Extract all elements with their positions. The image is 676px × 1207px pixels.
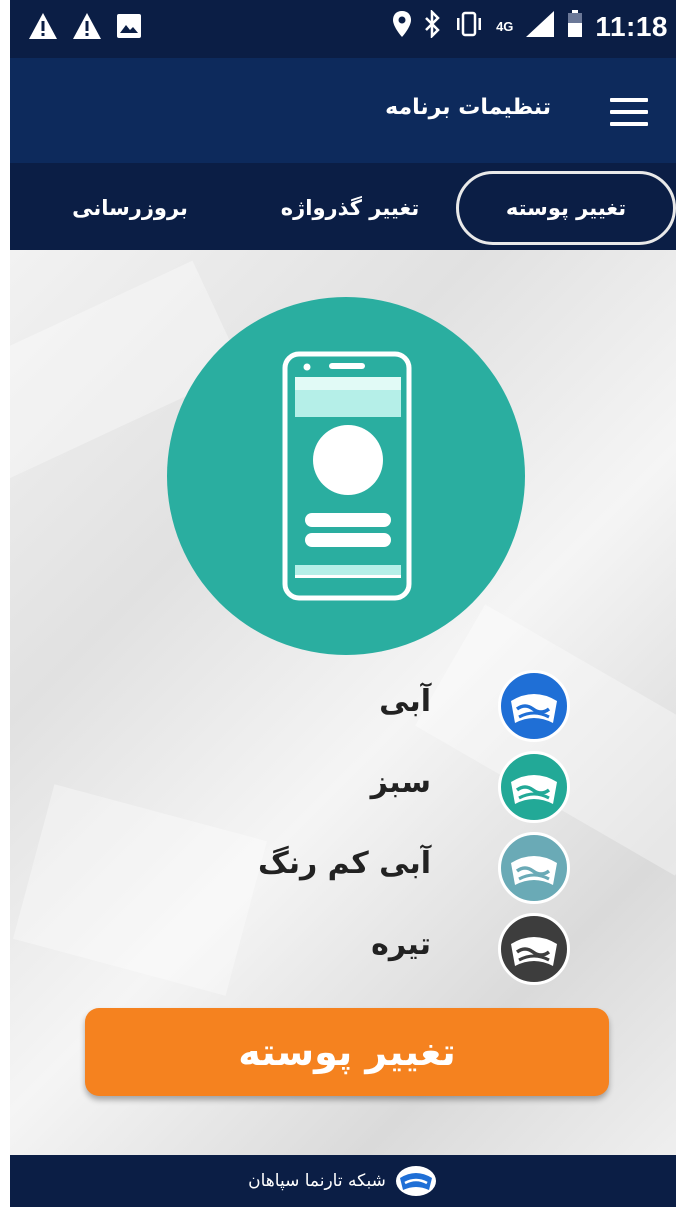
theme-label: سبز <box>370 765 431 800</box>
theme-label: آبی <box>379 684 431 719</box>
apply-skin-button[interactable]: تغییر پوسته <box>85 1008 609 1096</box>
theme-option-light-blue[interactable]: آبی کم رنگ <box>10 832 676 908</box>
theme-option-green[interactable]: سبز <box>10 751 676 827</box>
theme-option-dark[interactable]: تیره <box>10 913 676 989</box>
battery-icon <box>567 10 583 43</box>
app-screen: 4G 11:18 تنظیمات برنامه تغییر پوسته تغیی… <box>10 0 676 1207</box>
tab-update[interactable]: بروزرسانی <box>65 171 195 245</box>
network-type: 4G <box>496 18 514 34</box>
phone-icon <box>282 351 412 601</box>
water-drop-logo-icon[interactable] <box>498 832 570 904</box>
location-icon <box>392 10 412 43</box>
bluetooth-icon <box>424 8 442 43</box>
image-icon <box>116 13 142 43</box>
water-drop-logo-icon[interactable] <box>498 670 570 742</box>
water-drop-logo-icon[interactable] <box>498 751 570 823</box>
app-bar: تنظیمات برنامه <box>10 58 676 163</box>
warning-icon <box>72 12 102 44</box>
theme-option-blue[interactable]: آبی <box>10 670 676 746</box>
status-bar: 4G 11:18 <box>10 0 676 58</box>
hero-circle <box>167 297 525 655</box>
company-logo-icon <box>394 1164 438 1198</box>
vibrate-icon <box>454 11 484 42</box>
clock: 11:18 <box>595 10 668 42</box>
tab-change-skin[interactable]: تغییر پوسته <box>456 171 676 245</box>
footer: شبکه تارنما سپاهان <box>10 1155 676 1207</box>
theme-label: آبی کم رنگ <box>257 846 431 881</box>
content-area: آبی سبز آبی کم رنگ تیره تغییر پوسته <box>10 250 676 1155</box>
footer-text: شبکه تارنما سپاهان <box>248 1171 386 1191</box>
menu-icon[interactable] <box>610 98 648 126</box>
theme-label: تیره <box>371 927 431 962</box>
signal-icon <box>525 10 555 43</box>
water-drop-logo-icon[interactable] <box>498 913 570 985</box>
tab-bar: تغییر پوسته تغییر گذرواژه بروزرسانی <box>10 163 676 250</box>
warning-icon <box>28 12 58 44</box>
page-title: تنظیمات برنامه <box>385 95 551 120</box>
tab-change-password[interactable]: تغییر گذرواژه <box>275 171 425 245</box>
